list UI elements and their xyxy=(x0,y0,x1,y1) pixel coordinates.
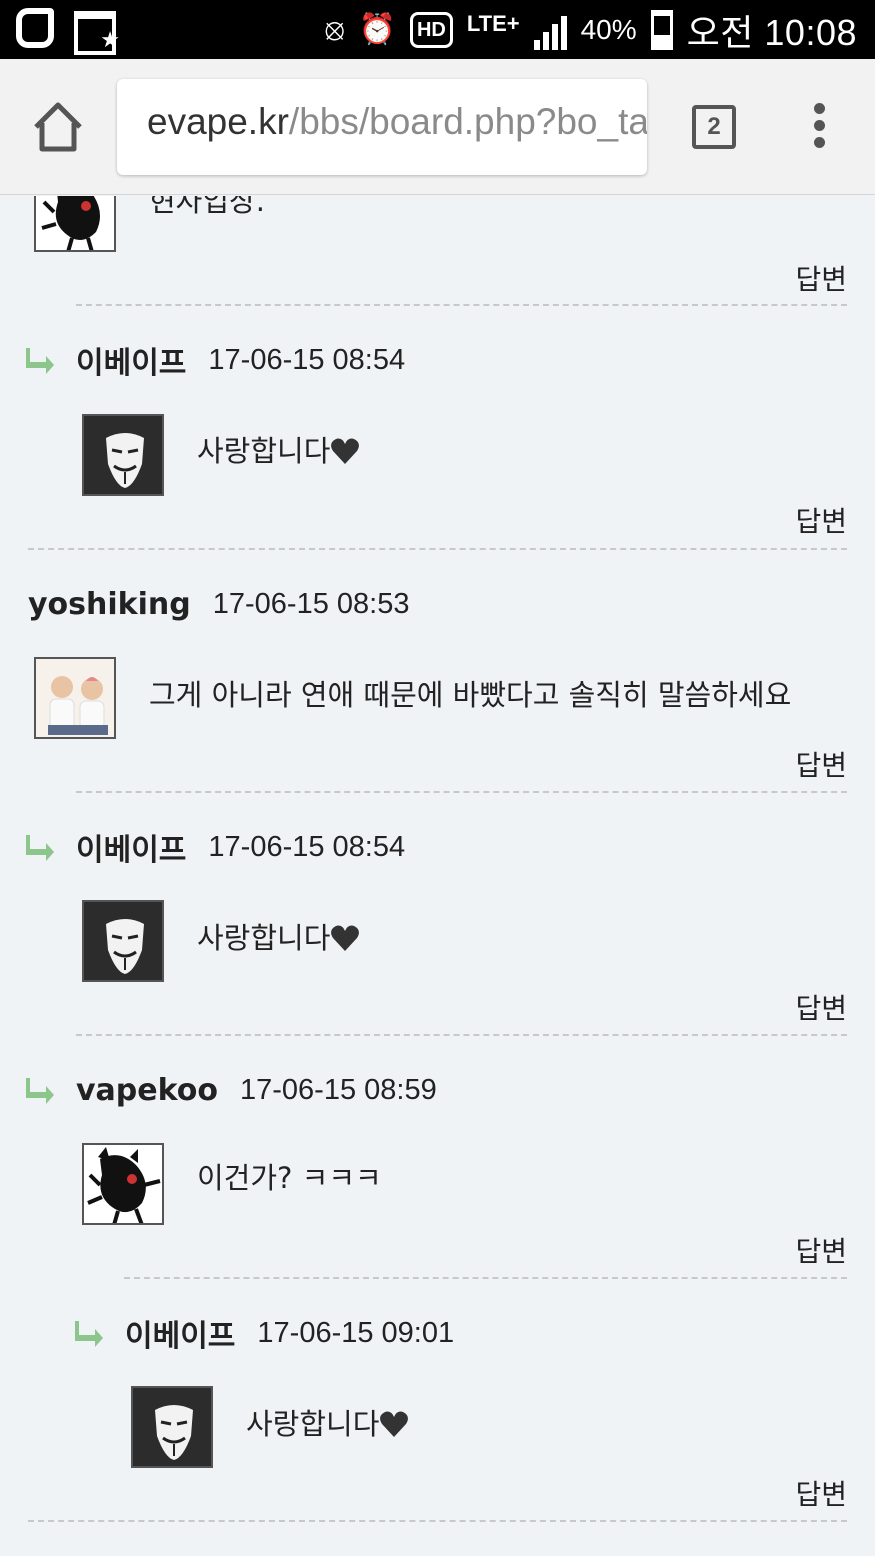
nickname[interactable]: vapekoo xyxy=(76,1073,218,1108)
comment-date: 17-06-15 08:59 xyxy=(240,1073,437,1106)
mask-icon xyxy=(106,919,144,974)
comment-date: 17-06-15 08:54 xyxy=(208,830,406,863)
reply-link[interactable]: 답변 xyxy=(795,500,847,540)
comment-text: 이건가? ㅋㅋㅋ xyxy=(197,1161,382,1195)
nickname[interactable]: 이베이프 xyxy=(125,1311,235,1355)
clock: 오전 10:08 xyxy=(686,12,857,53)
g-app-icon xyxy=(16,8,54,48)
reply-link[interactable]: 답변 xyxy=(795,1473,847,1513)
vibrate-mute-icon: ⦻ xyxy=(324,13,345,46)
heart-icon xyxy=(331,438,360,464)
reply-link[interactable]: 답변 xyxy=(795,1230,847,1270)
comment-text: 현자입장. xyxy=(149,196,265,218)
tab-switcher-button[interactable]: 2 xyxy=(692,105,736,149)
avatar xyxy=(82,1143,164,1225)
overflow-menu-icon[interactable] xyxy=(811,103,827,153)
calendar-icon xyxy=(74,9,120,55)
avatar xyxy=(34,196,116,252)
signal-icon xyxy=(533,10,567,50)
comment-date: 17-06-15 09:01 xyxy=(257,1316,455,1349)
heart-icon xyxy=(380,1411,409,1437)
reply-link[interactable]: 답변 xyxy=(795,744,847,784)
mask-icon xyxy=(106,433,144,488)
reply-link[interactable]: 답변 xyxy=(795,987,847,1027)
nickname[interactable]: 이베이프 xyxy=(76,825,186,869)
address-bar[interactable]: evape.kr/bbs/board.php?bo_table xyxy=(117,79,647,175)
hd-voice-icon: HD xyxy=(409,12,453,48)
comment-text: 사랑합니다 xyxy=(197,915,360,957)
url-host: evape.kr xyxy=(147,101,289,142)
reply-arrow-icon xyxy=(26,1078,54,1104)
url-path: /bbs/board.php?bo_table xyxy=(288,101,647,142)
avatar xyxy=(82,414,164,496)
reply-link[interactable]: 답변 xyxy=(795,258,847,298)
black-cat-icon xyxy=(87,1147,161,1223)
reply-arrow-icon xyxy=(26,348,54,374)
divider xyxy=(76,1034,847,1036)
comment-text: 사랑합니다 xyxy=(246,1401,409,1443)
divider xyxy=(124,1277,847,1279)
alarm-icon: ⏰ xyxy=(358,13,396,46)
comment-text: 그게 아니라 연애 때문에 바빴다고 솔직히 말씀하세요 xyxy=(149,678,792,712)
nickname[interactable]: yoshiking xyxy=(28,587,191,622)
browser-toolbar: evape.kr/bbs/board.php?bo_table 2 xyxy=(0,59,875,195)
battery-percent: 40% xyxy=(580,14,637,45)
battery-icon xyxy=(650,10,673,50)
divider xyxy=(28,1520,847,1522)
divider xyxy=(28,548,847,550)
heart-icon xyxy=(331,925,360,951)
status-bar: ⦻ ⏰ HD LTE+ 40% 오전 10:08 xyxy=(0,0,875,59)
lte-icon: LTE+ xyxy=(466,11,520,36)
avatar xyxy=(82,900,164,982)
reply-arrow-icon xyxy=(26,835,54,861)
comment-date: 17-06-15 08:54 xyxy=(208,343,406,376)
comment-date: 17-06-15 08:53 xyxy=(212,587,410,620)
avatar xyxy=(34,657,116,739)
comment-text: 사랑합니다 xyxy=(197,428,360,470)
mask-icon xyxy=(155,1405,193,1460)
nickname[interactable]: 이베이프 xyxy=(76,338,186,382)
divider xyxy=(76,304,847,306)
home-icon[interactable] xyxy=(30,101,86,153)
divider xyxy=(76,791,847,793)
comment-list: 현자입장. 답변 이베이프 17-06-15 08:54 사랑합니다 답변 yo… xyxy=(0,196,875,1556)
avatar xyxy=(131,1386,213,1468)
reply-arrow-icon xyxy=(75,1321,103,1347)
